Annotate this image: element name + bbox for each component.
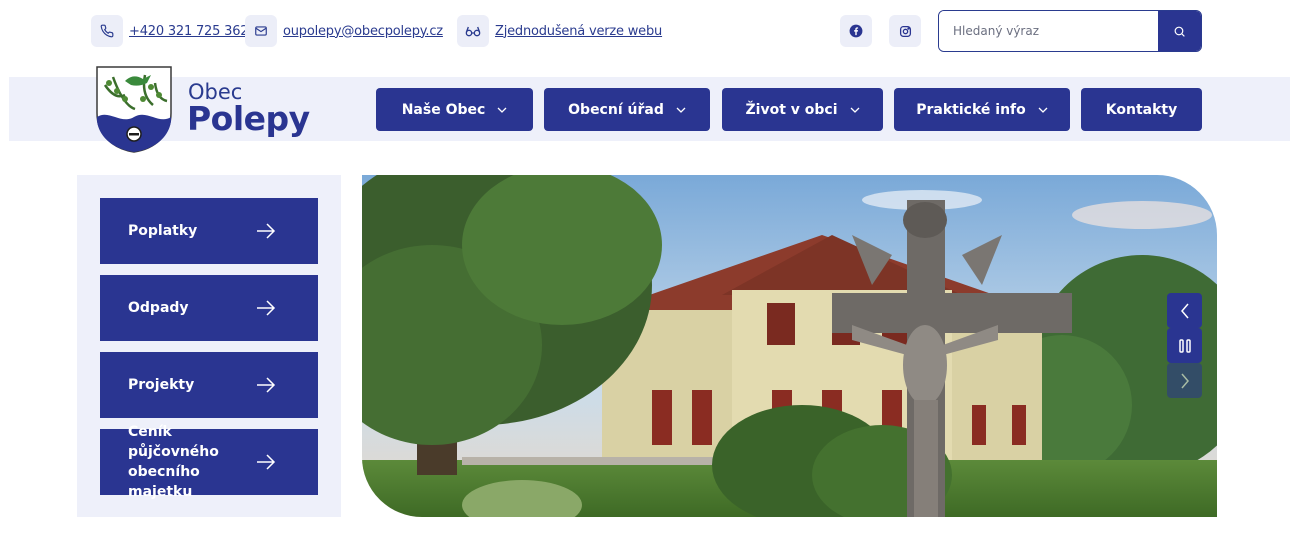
simple-version-link[interactable]: Zjednodušená verze webu	[457, 15, 662, 47]
quicklink-label: Ceník půjčovného obecního majetku	[128, 424, 219, 500]
email-link[interactable]: oupolepy@obecpolepy.cz	[245, 15, 443, 47]
chevron-down-icon	[850, 107, 860, 113]
phone-icon	[91, 15, 123, 47]
nav-label: Obecní úřad	[568, 101, 664, 118]
quicklink-cenik[interactable]: Ceník půjčovného obecního majetku	[100, 424, 318, 500]
arrow-right-icon	[256, 222, 276, 244]
nav-prakticke-info[interactable]: Praktické info	[894, 88, 1070, 131]
mail-icon	[245, 15, 277, 47]
quicklink-poplatky[interactable]: Poplatky	[100, 198, 318, 264]
facebook-link[interactable]	[840, 15, 872, 47]
hero-slider-image	[362, 175, 1217, 517]
chevron-down-icon	[1038, 107, 1048, 113]
arrow-right-icon	[256, 376, 276, 398]
search-form	[938, 10, 1202, 52]
search-icon	[1174, 26, 1185, 37]
chevron-right-icon	[1180, 373, 1189, 388]
coat-of-arms-logo[interactable]	[95, 65, 173, 153]
instagram-link[interactable]	[889, 15, 921, 47]
glasses-icon	[457, 15, 489, 47]
quicklink-projekty[interactable]: Projekty	[100, 352, 318, 418]
quicklink-odpady[interactable]: Odpady	[100, 275, 318, 341]
nav-obecni-urad[interactable]: Obecní úřad	[544, 88, 710, 131]
simple-version-text[interactable]: Zjednodušená verze webu	[495, 24, 662, 39]
nav-label: Život v obci	[745, 101, 838, 118]
quicklink-label: Poplatky	[128, 223, 198, 239]
nav-label: Naše Obec	[401, 101, 486, 118]
phone-link[interactable]: +420 321 725 362	[91, 15, 249, 47]
search-button[interactable]	[1158, 11, 1201, 51]
nav-label: Praktické info	[916, 101, 1026, 118]
arrow-right-icon	[256, 299, 276, 321]
nav-label: Kontakty	[1105, 101, 1178, 118]
brand-name[interactable]: Polepy	[187, 99, 310, 138]
chevron-down-icon	[676, 107, 686, 113]
top-bar: +420 321 725 362 oupolepy@obecpolepy.cz …	[0, 0, 1290, 62]
nav-zivot-v-obci[interactable]: Život v obci	[722, 88, 883, 131]
chevron-down-icon	[497, 107, 507, 113]
arrow-right-icon	[256, 453, 276, 475]
phone-text[interactable]: +420 321 725 362	[129, 24, 249, 39]
quicklink-label: Odpady	[128, 300, 189, 316]
slider-next-button[interactable]	[1167, 363, 1202, 398]
nav-nase-obec[interactable]: Naše Obec	[376, 88, 533, 131]
instagram-icon	[899, 25, 911, 37]
quicklink-label: Projekty	[128, 377, 195, 393]
facebook-icon	[849, 24, 863, 38]
slider-prev-button[interactable]	[1167, 293, 1202, 328]
nav-kontakty[interactable]: Kontakty	[1081, 88, 1202, 131]
slider-pause-button[interactable]	[1167, 328, 1202, 363]
email-text[interactable]: oupolepy@obecpolepy.cz	[283, 24, 443, 39]
chevron-left-icon	[1180, 303, 1189, 318]
pause-icon	[1178, 338, 1191, 353]
search-input[interactable]	[939, 11, 1158, 51]
